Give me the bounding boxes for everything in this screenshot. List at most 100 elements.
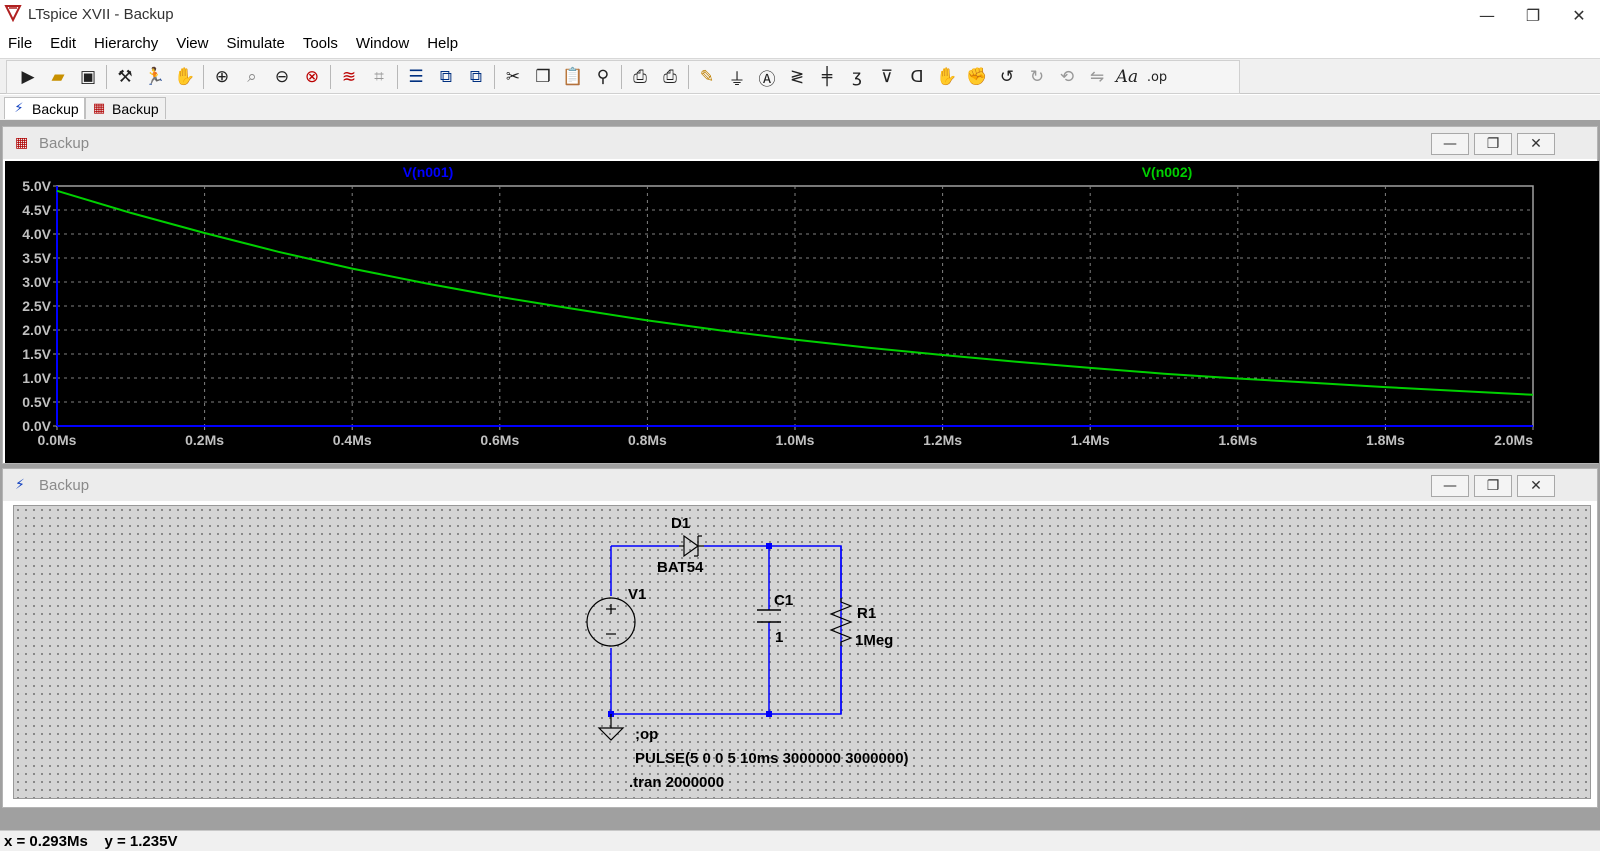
voltage-source-v1[interactable] <box>586 597 636 647</box>
open-folder-icon[interactable]: ▰ <box>43 63 73 91</box>
waveform-minimize-button[interactable]: — <box>1431 133 1469 155</box>
waveform-window-titlebar[interactable]: ▦ Backup — ❐ ✕ <box>3 127 1597 159</box>
undo-icon[interactable]: ↺ <box>992 63 1022 91</box>
title-bar: LTspice XVII - Backup — ❐ ✕ <box>0 0 1600 30</box>
schematic-window-titlebar[interactable]: ⚡ Backup — ❐ ✕ <box>3 469 1597 501</box>
schematic-drawing[interactable]: D1 BAT54 V1 C1 1 R1 1Meg ;op PULSE(5 0 0… <box>14 506 1592 800</box>
label-net-icon[interactable]: Ⓐ <box>752 63 782 91</box>
ground-symbol[interactable] <box>597 714 625 741</box>
toolbar-strip: ▶ ▰ ▣ ⚒ 🏃 ✋ ⊕ ⌕ ⊖ ⊗ ≋ ⌗ ☰ ⧉ ⧉ ✂ ❐ 📋 ⚲ ⎙ … <box>6 60 1240 94</box>
waveform-chart[interactable]: 0.0Ms 0.2Ms 0.4Ms 0.6Ms 0.8Ms 1.0Ms 1.2Ms 1.4Ms… <box>5 161 1599 463</box>
maximize-icon: ❐ <box>1486 478 1500 494</box>
zoom-in-icon[interactable]: ⊕ <box>207 63 237 91</box>
zoom-cancel-icon[interactable]: ⊗ <box>297 63 327 91</box>
schematic-minimize-button[interactable]: — <box>1431 475 1469 497</box>
menu-tools[interactable]: Tools <box>303 35 338 52</box>
restore-button[interactable]: ❐ <box>1510 0 1556 30</box>
pan-hand-icon[interactable]: ✋ <box>170 63 200 91</box>
d1-ref-label: D1 <box>671 515 690 532</box>
y-tick-label: 0.0V <box>22 418 51 434</box>
waveform-maximize-button[interactable]: ❐ <box>1474 133 1512 155</box>
menu-help[interactable]: Help <box>427 35 458 52</box>
tile-vertical-icon[interactable]: ⧉ <box>461 63 491 91</box>
redo-icon[interactable]: ↻ <box>1022 63 1052 91</box>
wire[interactable] <box>611 545 842 715</box>
close-icon: ✕ <box>1530 478 1542 494</box>
menu-edit[interactable]: Edit <box>50 35 76 52</box>
schematic-canvas[interactable]: D1 BAT54 V1 C1 1 R1 1Meg ;op PULSE(5 0 0… <box>13 505 1591 799</box>
component-icon[interactable]: ᗡ <box>902 63 932 91</box>
menu-simulate[interactable]: Simulate <box>226 35 284 52</box>
text-icon[interactable]: Aa <box>1112 63 1142 91</box>
d1-value-label: BAT54 <box>657 559 704 576</box>
menu-window[interactable]: Window <box>356 35 409 52</box>
y-tick-label: 0.5V <box>22 394 51 410</box>
resistor-icon[interactable]: ≷ <box>782 63 812 91</box>
copy-icon[interactable]: ❐ <box>528 63 558 91</box>
ground-icon[interactable]: ⏚ <box>722 63 752 91</box>
run-icon[interactable]: 🏃 <box>140 63 170 91</box>
v1-ref-label: V1 <box>628 586 646 603</box>
tab-waveform-backup[interactable]: ▦ Backup <box>84 97 166 119</box>
spice-directive-icon[interactable]: .op <box>1142 63 1172 91</box>
x-tick-label: 0.8Ms <box>628 432 667 448</box>
paste-icon[interactable]: 📋 <box>558 63 588 91</box>
schematic-maximize-button[interactable]: ❐ <box>1474 475 1512 497</box>
waveform-close-button[interactable]: ✕ <box>1517 133 1555 155</box>
cut-icon[interactable]: ✂ <box>498 63 528 91</box>
move-icon[interactable]: ✋ <box>932 63 962 91</box>
y-tick-label: 1.0V <box>22 370 51 386</box>
directive-tran[interactable]: .tran 2000000 <box>629 774 724 791</box>
tab-label: Backup <box>32 100 79 117</box>
inductor-icon[interactable]: ʒ <box>842 63 872 91</box>
autorange-icon[interactable]: ≋ <box>334 63 364 91</box>
menu-bar: File Edit Hierarchy View Simulate Tools … <box>0 30 1600 56</box>
find-icon[interactable]: ⚲ <box>588 63 618 91</box>
waveform-icon: ▦ <box>92 100 106 116</box>
legend-v-n002: V(n002) <box>1142 164 1193 180</box>
capacitor-c1[interactable] <box>757 609 781 623</box>
directive-op[interactable]: ;op <box>635 726 658 743</box>
zoom-to-fit-icon[interactable]: ⌕ <box>237 63 267 91</box>
toolbar-separator <box>397 65 398 89</box>
waveform-plot-area[interactable]: 0.0Ms 0.2Ms 0.4Ms 0.6Ms 0.8Ms 1.0Ms 1.2Ms 1.4Ms… <box>5 161 1599 463</box>
x-tick-label: 0.4Ms <box>333 432 372 448</box>
x-tick-label: 1.0Ms <box>776 432 815 448</box>
open-schematic-icon[interactable]: ▶ <box>13 63 43 91</box>
mirror-icon[interactable]: ⇋ <box>1082 63 1112 91</box>
control-panel-icon[interactable]: ⚒ <box>110 63 140 91</box>
schematic-window: ⚡ Backup — ❐ ✕ D1 BAT54 V1 C1 1 R1 1Meg … <box>2 468 1598 808</box>
tab-schematic-backup[interactable]: ⚡ Backup <box>4 97 86 119</box>
menu-hierarchy[interactable]: Hierarchy <box>94 35 158 52</box>
close-button[interactable]: ✕ <box>1556 0 1600 30</box>
draw-wire-icon[interactable]: ✎ <box>692 63 722 91</box>
y-tick-label: 3.5V <box>22 250 51 266</box>
print-icon[interactable]: ⎙ <box>625 63 655 91</box>
tile-horizontal-icon[interactable]: ☰ <box>401 63 431 91</box>
c1-ref-label: C1 <box>774 592 793 609</box>
waveform-icon[interactable]: ⌗ <box>364 63 394 91</box>
menu-file[interactable]: File <box>8 35 32 52</box>
directive-pulse[interactable]: PULSE(5 0 0 5 10ms 3000000 3000000) <box>635 750 909 767</box>
tab-label: Backup <box>112 100 159 117</box>
schematic-icon: ⚡ <box>14 100 24 116</box>
menu-view[interactable]: View <box>176 35 208 52</box>
toolbar: ▶ ▰ ▣ ⚒ 🏃 ✋ ⊕ ⌕ ⊖ ⊗ ≋ ⌗ ☰ ⧉ ⧉ ✂ ❐ 📋 ⚲ ⎙ … <box>0 58 1600 94</box>
y-tick-label: 1.5V <box>22 346 51 362</box>
toolbar-separator <box>330 65 331 89</box>
minimize-button[interactable]: — <box>1464 0 1510 30</box>
diode-icon[interactable]: ⊽ <box>872 63 902 91</box>
diode-d1[interactable] <box>679 534 704 558</box>
cascade-icon[interactable]: ⧉ <box>431 63 461 91</box>
save-icon[interactable]: ▣ <box>73 63 103 91</box>
document-tabs: ⚡ Backup ▦ Backup <box>0 95 1600 120</box>
toolbar-separator <box>621 65 622 89</box>
capacitor-icon[interactable]: ╪ <box>812 63 842 91</box>
schematic-close-button[interactable]: ✕ <box>1517 475 1555 497</box>
maximize-icon: ❐ <box>1486 136 1500 152</box>
zoom-out-icon[interactable]: ⊖ <box>267 63 297 91</box>
rotate-icon[interactable]: ⟲ <box>1052 63 1082 91</box>
drag-icon[interactable]: ✊ <box>962 63 992 91</box>
y-tick-label: 4.0V <box>22 226 51 242</box>
print-preview-icon[interactable]: ⎙ <box>655 63 685 91</box>
